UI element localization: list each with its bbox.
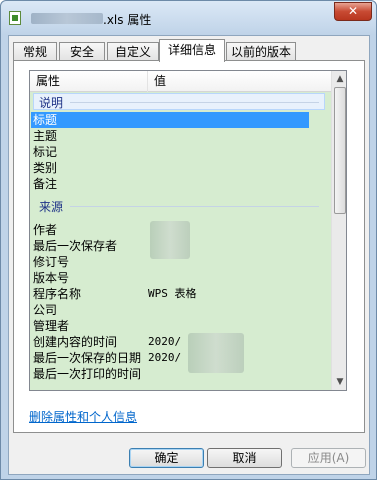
list-item[interactable]: 备注 xyxy=(30,176,331,192)
column-header-value[interactable]: 值 xyxy=(148,71,331,92)
list-item[interactable]: 版本号 xyxy=(30,270,331,286)
group-divider xyxy=(70,206,319,207)
property-name: 备注 xyxy=(33,177,58,191)
list-item[interactable]: 主题 xyxy=(30,128,331,144)
property-name: 创建内容的时间 xyxy=(33,335,118,349)
property-name: 版本号 xyxy=(33,271,70,285)
property-list[interactable]: 属性 值 说明 标题 主题 标记 类别 备注 来源 作者 最后一次保存者 修订号… xyxy=(29,70,347,391)
list-item[interactable]: 标题 xyxy=(30,112,331,128)
list-item[interactable]: 类别 xyxy=(30,160,331,176)
list-item[interactable]: 管理者 xyxy=(30,318,331,334)
group-label: 来源 xyxy=(39,200,64,214)
property-value: 2020/ xyxy=(148,335,182,348)
scroll-up-arrow-icon[interactable]: ▲ xyxy=(332,71,346,87)
property-name: 标题 xyxy=(33,113,58,127)
list-item[interactable]: 公司 xyxy=(30,302,331,318)
column-header-property[interactable]: 属性 xyxy=(30,71,148,92)
property-name: 主题 xyxy=(33,129,58,143)
group-divider xyxy=(70,102,319,103)
property-name: 修订号 xyxy=(33,255,70,269)
property-name: 作者 xyxy=(33,223,58,237)
list-header: 属性 值 xyxy=(30,71,331,92)
list-item[interactable]: 最后一次保存的日期 2020/ xyxy=(30,350,331,366)
tab-strip: 常规 安全 自定义 详细信息 以前的版本 xyxy=(13,39,367,62)
group-label: 说明 xyxy=(39,96,64,110)
property-name: 管理者 xyxy=(33,319,70,333)
tab-previous-versions[interactable]: 以前的版本 xyxy=(226,42,296,61)
property-name: 最后一次打印的时间 xyxy=(33,367,142,381)
scrollbar-thumb[interactable] xyxy=(334,87,346,214)
tab-custom[interactable]: 自定义 xyxy=(107,42,159,61)
cancel-button[interactable]: 取消 xyxy=(207,448,282,468)
property-name: 类别 xyxy=(33,161,58,175)
property-name: 公司 xyxy=(33,303,58,317)
group-header-source[interactable]: 来源 xyxy=(30,197,331,215)
list-item[interactable]: 创建内容的时间 2020/ xyxy=(30,334,331,350)
ok-button[interactable]: 确定 xyxy=(129,448,204,468)
list-item[interactable]: 程序名称 WPS 表格 xyxy=(30,286,331,302)
vertical-scrollbar[interactable]: ▲ ▼ xyxy=(331,71,346,390)
spreadsheet-file-icon xyxy=(9,11,21,25)
properties-dialog: .xls 属性 ✕ 常规 安全 自定义 详细信息 以前的版本 属性 值 说明 标… xyxy=(0,0,377,480)
window-title: .xls 属性 xyxy=(103,13,152,27)
property-name: 最后一次保存的日期 xyxy=(33,351,142,365)
remove-properties-link[interactable]: 删除属性和个人信息 xyxy=(29,408,137,425)
redacted-filename xyxy=(31,13,103,24)
close-button[interactable]: ✕ xyxy=(334,2,372,21)
property-name: 标记 xyxy=(33,145,58,159)
scroll-down-arrow-icon[interactable]: ▼ xyxy=(332,374,346,390)
property-name: 最后一次保存者 xyxy=(33,239,118,253)
apply-button[interactable]: 应用(A) xyxy=(291,448,366,468)
list-item[interactable]: 标记 xyxy=(30,144,331,160)
tab-security[interactable]: 安全 xyxy=(59,42,105,61)
group-header-description[interactable]: 说明 xyxy=(30,93,331,111)
selection-highlight xyxy=(31,112,309,128)
tab-general[interactable]: 常规 xyxy=(13,42,57,61)
list-item[interactable]: 修订号 xyxy=(30,254,331,270)
property-value: 2020/ xyxy=(148,351,182,364)
property-name: 程序名称 xyxy=(33,287,82,301)
list-item[interactable]: 最后一次打印的时间 xyxy=(30,366,331,382)
title-bar[interactable]: .xls 属性 ✕ xyxy=(1,1,376,35)
tab-details[interactable]: 详细信息 xyxy=(159,39,225,62)
property-value: WPS 表格 xyxy=(148,287,197,300)
dialog-client-area: 常规 安全 自定义 详细信息 以前的版本 属性 值 说明 标题 主题 标记 类别… xyxy=(8,35,370,475)
